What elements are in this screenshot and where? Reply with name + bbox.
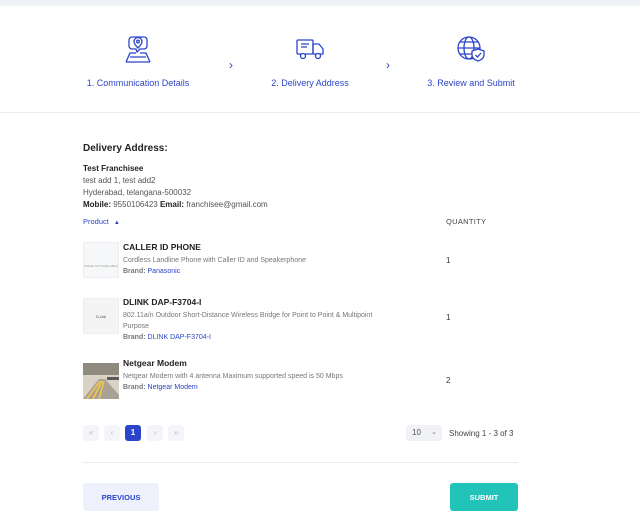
step-delivery-address[interactable]: 2. Delivery Address (262, 32, 358, 88)
step-label: 2. Delivery Address (271, 78, 349, 88)
column-header-quantity: QUANTITY (446, 217, 487, 226)
email-label: Email: (159, 200, 184, 209)
last-page-button[interactable]: » (168, 425, 184, 441)
dlink-product-image: D-Link (84, 299, 118, 333)
table-row: Netgear Modem Netgear Modem with 4 anten… (83, 358, 518, 404)
product-brand: Brand: Panasonic (123, 266, 393, 277)
product-brand: Brand: Netgear Modem (123, 382, 393, 393)
prev-page-button[interactable]: ‹ (104, 425, 120, 441)
brand-value: DLINK DAP-F3704-I (147, 334, 211, 341)
recipient-name: Test Franchisee (83, 164, 144, 173)
page-button-current[interactable]: 1 (125, 425, 141, 441)
per-page-select[interactable]: 10 ⌄ (406, 425, 442, 441)
table-row: D-Link DLINK DAP-F3704-I 802.11a/n Outdo… (83, 297, 518, 343)
chat-location-icon (125, 36, 151, 63)
table-row: IMAGE NOT AVAILABLE CALLER ID PHONE Cord… (83, 242, 518, 282)
submit-button[interactable]: SUBMIT (450, 483, 518, 511)
showing-count: Showing 1 - 3 of 3 (449, 429, 514, 438)
chevron-down-icon: ⌄ (431, 429, 437, 436)
contact-line: Mobile: 9550106423 Email: franchisee@gma… (83, 199, 518, 211)
image-placeholder-icon: IMAGE NOT AVAILABLE (84, 243, 118, 277)
address-line-2: Hyderabad, telangana-500032 (83, 188, 192, 197)
product-description: Cordless Landline Phone with Caller ID a… (123, 257, 306, 264)
delivery-truck-icon (296, 39, 324, 60)
brand-label: Brand: (123, 334, 146, 341)
product-name: Netgear Modem (123, 358, 187, 368)
product-name: DLINK DAP-F3704-I (123, 297, 202, 307)
per-page-value: 10 (412, 428, 421, 437)
globe-shield-icon (457, 36, 485, 62)
footer-divider (83, 462, 518, 463)
product-info: CALLER ID PHONE Cordless Landline Phone … (123, 242, 393, 277)
dlink-logo-text: D-Link (96, 315, 106, 319)
address-line-1: test add 1, test add2 (83, 176, 156, 185)
step-review-and-submit[interactable]: 3. Review and Submit (420, 32, 522, 88)
brand-value: Netgear Modem (147, 384, 198, 391)
product-thumbnail (83, 363, 119, 400)
address-block: Test Franchisee test add 1, test add2 Hy… (83, 163, 518, 211)
column-product-label: Product (83, 217, 109, 226)
product-description: Netgear Modem with 4 antenna Maximum sup… (123, 373, 343, 380)
sort-ascending-icon: ▲ (113, 220, 120, 226)
image-not-available-text: IMAGE NOT AVAILABLE (84, 264, 117, 268)
previous-button[interactable]: PREVIOUS (83, 483, 159, 511)
step-label: 1. Communication Details (86, 78, 190, 88)
step-arrow-icon: › (229, 58, 233, 72)
brand-value: Panasonic (147, 268, 181, 275)
step-arrow-icon: › (386, 58, 390, 72)
checkout-stepper: 1. Communication Details › 2. Delivery A… (0, 6, 640, 113)
product-description: 802.11a/n Outdoor Short-Distance Wireles… (123, 312, 373, 330)
step-communication-details[interactable]: 1. Communication Details (80, 32, 196, 88)
first-page-button[interactable]: « (83, 425, 99, 441)
product-quantity: 1 (446, 313, 451, 322)
product-brand: Brand: DLINK DAP-F3704-I (123, 332, 393, 343)
product-name: CALLER ID PHONE (123, 242, 201, 252)
delivery-address-section: Delivery Address: Test Franchisee test a… (83, 143, 518, 211)
product-info: DLINK DAP-F3704-I 802.11a/n Outdoor Shor… (123, 297, 393, 343)
product-thumbnail: D-Link (83, 298, 119, 334)
delivery-address-title: Delivery Address: (83, 143, 168, 154)
email-value: franchisee@gmail.com (186, 200, 268, 209)
brand-label: Brand: (123, 384, 146, 391)
mobile-label: Mobile: (83, 200, 111, 209)
product-info: Netgear Modem Netgear Modem with 4 anten… (123, 358, 393, 393)
product-quantity: 1 (446, 256, 451, 265)
product-thumbnail: IMAGE NOT AVAILABLE (83, 242, 119, 278)
netgear-modem-image (83, 363, 119, 400)
column-header-product[interactable]: Product ▲ (83, 217, 120, 226)
next-page-button[interactable]: › (147, 425, 163, 441)
brand-label: Brand: (123, 268, 146, 275)
product-quantity: 2 (446, 376, 451, 385)
step-label: 3. Review and Submit (427, 78, 515, 88)
mobile-value: 9550106423 (113, 200, 158, 209)
